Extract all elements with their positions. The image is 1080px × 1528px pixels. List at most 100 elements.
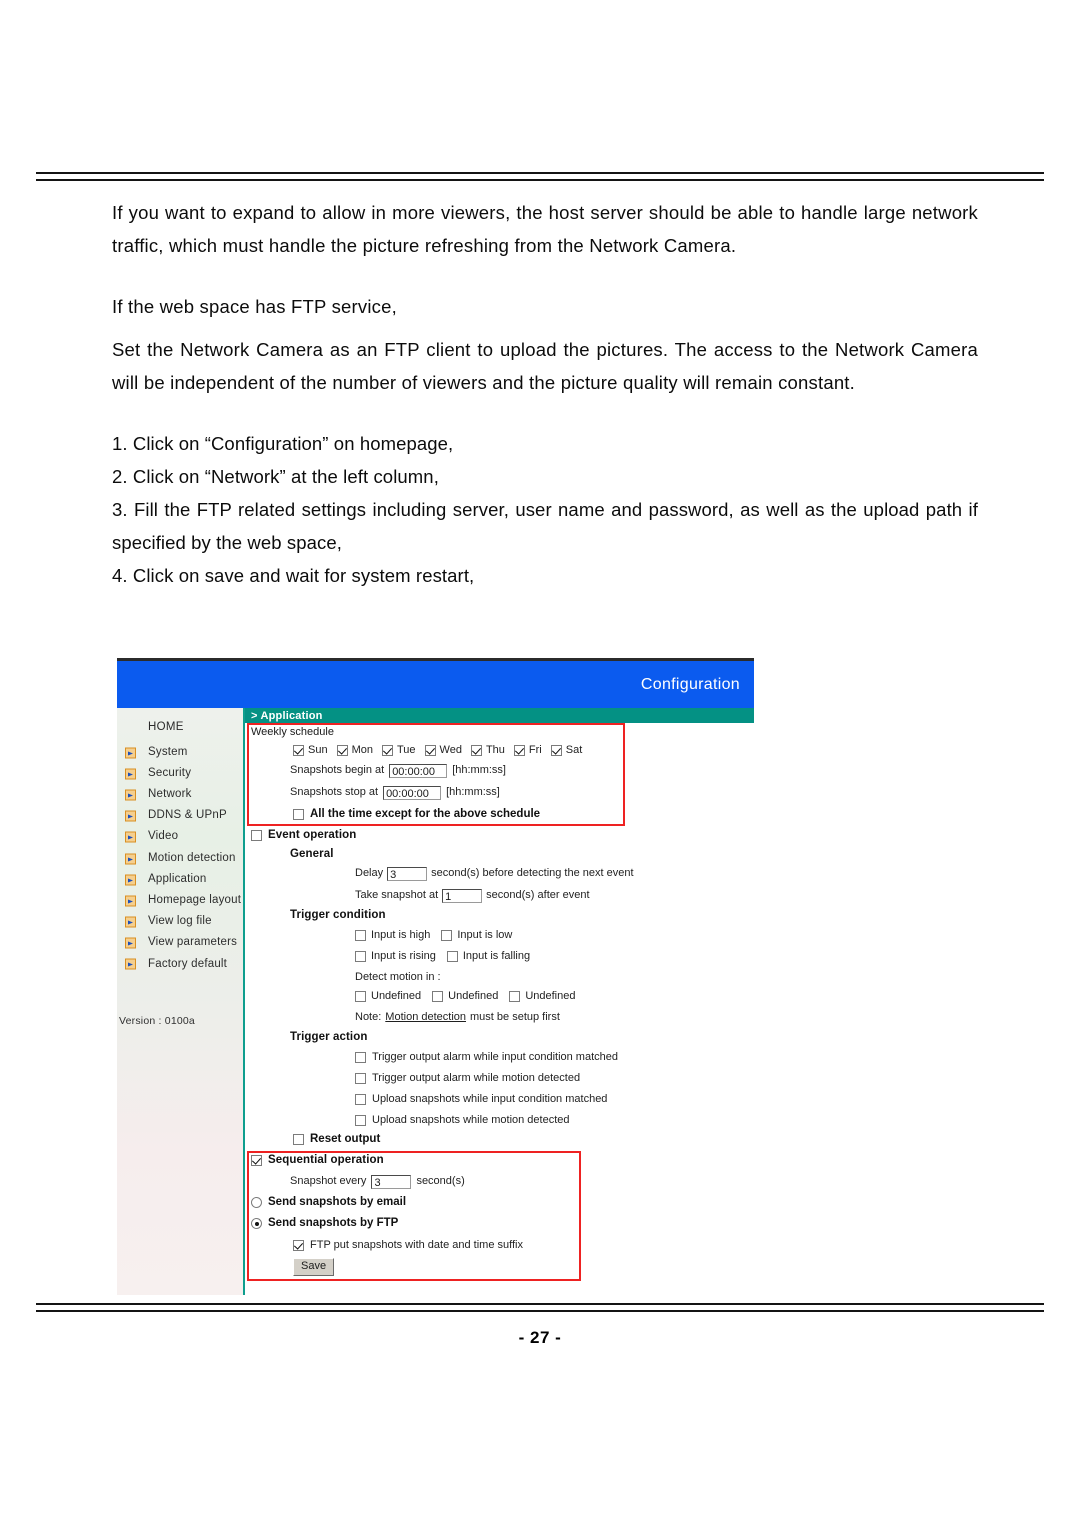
arrow-right-icon [125,958,136,970]
sidebar-item-label: View log file [148,915,212,928]
arrow-right-icon [125,895,136,907]
checkbox-motion-window-1[interactable] [355,991,366,1003]
checkbox-trigger-output-motion-detected[interactable] [355,1073,366,1085]
snapshots-stop-label: Snapshots stop at [290,786,379,799]
sidebar-item-factory-default[interactable]: Factory default [117,954,243,975]
checkbox-ftp-put-snapshots-suffix[interactable] [293,1240,304,1252]
delay-input[interactable]: 3 [387,867,428,881]
motion-window-3-label: Undefined [525,990,576,1002]
checkbox-input-is-low[interactable] [441,930,453,942]
trigger-action-4-label: Upload snapshots while motion detected [372,1114,570,1126]
delay-suffix-label: second(s) before detecting the next even… [431,867,634,880]
day-label-fri: Fri [528,744,542,756]
page-bottom-rule [36,1303,1044,1312]
step-1: 1. Click on “Configuration” on homepage, [112,433,454,454]
snapshots-stop-input[interactable]: 00:00:00 [383,786,442,800]
note-suffix-label: must be setup first [470,1011,560,1023]
checkbox-tue[interactable] [381,745,393,757]
main-panel: > Application Weekly schedule Sun Mon Tu… [245,708,754,1295]
radio-send-snapshots-by-ftp[interactable] [251,1218,262,1230]
take-snapshot-input[interactable]: 1 [442,889,483,903]
checkbox-upload-snapshots-motion-detected[interactable] [355,1115,366,1127]
snapshots-begin-row: Snapshots begin at 00:00:00 [hh:mm:ss] [290,764,506,778]
arrow-right-icon [125,768,136,780]
sidebar-item-label: Network [148,788,192,801]
checkbox-input-is-rising[interactable] [355,951,366,963]
checkbox-thu[interactable] [470,745,482,757]
sidebar-item-ddns-upnp[interactable]: DDNS & UPnP [117,806,243,827]
sidebar-item-label: System [148,745,188,758]
checkbox-input-is-high[interactable] [355,930,366,942]
save-button[interactable]: Save [293,1258,335,1276]
checkbox-sun[interactable] [293,745,304,757]
sidebar-item-video[interactable]: Video [117,827,243,848]
input-high-low-row: Input is high Input is low [355,929,512,942]
trigger-condition-title: Trigger condition [290,909,386,921]
checkbox-all-time-except[interactable] [293,809,304,821]
page-top-rule [36,172,1044,181]
paragraph-2: If the web space has FTP service, [112,296,397,317]
sidebar-item-home[interactable]: HOME [148,721,184,735]
weekly-schedule-days: Sun Mon Tue Wed Thu Fri Sat [293,744,582,757]
save-button-wrap: Save [293,1258,335,1276]
checkbox-motion-window-2[interactable] [432,991,444,1003]
reset-output-label: Reset output [310,1133,381,1145]
checkbox-wed[interactable] [424,745,436,757]
sidebar-item-label: Application [148,872,207,885]
checkbox-motion-window-3[interactable] [509,991,521,1003]
trigger-action-row-3: Upload snapshots while input condition m… [355,1093,607,1106]
trigger-action-1-label: Trigger output alarm while input conditi… [372,1051,619,1063]
snapshots-stop-row: Snapshots stop at 00:00:00 [hh:mm:ss] [290,786,500,800]
sidebar-item-label: Security [148,766,192,779]
trigger-action-2-label: Trigger output alarm while motion detect… [372,1072,581,1084]
checkbox-reset-output[interactable] [293,1134,304,1146]
snapshots-begin-input[interactable]: 00:00:00 [389,764,448,778]
arrow-right-icon [125,747,136,759]
sidebar-item-label: View parameters [148,936,238,949]
trigger-action-row-2: Trigger output alarm while motion detect… [355,1072,580,1085]
sidebar-menu: System Security Network DDNS & UPnP Vide… [117,742,243,975]
snapshot-every-input[interactable]: 3 [371,1175,412,1189]
sidebar-item-label: Video [148,830,179,843]
input-is-rising-label: Input is rising [371,950,436,962]
snapshots-begin-format: [hh:mm:ss] [452,764,506,777]
checkbox-sat[interactable] [550,745,562,757]
camera-configuration-screenshot: Configuration HOME System Security Netwo… [117,658,754,1295]
day-label-sat: Sat [565,744,583,756]
checkbox-event-operation[interactable] [251,830,262,842]
arrow-right-icon [125,789,136,801]
sidebar-item-label: Homepage layout [148,894,242,906]
sidebar-item-application[interactable]: Application [117,869,243,890]
trigger-action-row-1: Trigger output alarm while input conditi… [355,1051,618,1064]
sidebar-item-homepage-layout[interactable]: Homepage layout [117,890,243,911]
checkbox-fri[interactable] [513,745,525,757]
sidebar-item-security[interactable]: Security [117,763,243,784]
paragraph-3: Set the Network Camera as an FTP client … [112,339,978,393]
paragraph-1: If you want to expand to allow in more v… [112,202,978,256]
motion-window-1-label: Undefined [371,990,422,1002]
checkbox-trigger-output-input-matched[interactable] [355,1052,366,1064]
sidebar-item-view-parameters[interactable]: View parameters [117,933,243,954]
day-label-mon: Mon [351,744,373,756]
take-snapshot-suffix-label: second(s) after event [486,889,590,902]
sidebar-item-view-log-file[interactable]: View log file [117,912,243,933]
day-label-tue: Tue [396,744,416,756]
reset-output-row: Reset output [293,1133,380,1147]
motion-note-row: Note: Motion detection must be setup fir… [355,1011,560,1024]
page-title: Configuration [640,676,740,693]
sidebar-item-motion-detection[interactable]: Motion detection [117,848,243,869]
sidebar-item-system[interactable]: System [117,742,243,763]
sidebar: HOME System Security Network DDNS & UPnP… [117,708,245,1295]
radio-send-snapshots-by-email[interactable] [251,1197,262,1209]
checkbox-mon[interactable] [336,745,348,757]
input-is-falling-label: Input is falling [462,950,531,962]
arrow-right-icon [125,853,136,865]
checkbox-sequential-operation[interactable] [251,1155,262,1167]
checkbox-input-is-falling[interactable] [446,951,458,963]
step-3: 3. Fill the FTP related settings includi… [112,499,978,553]
detect-motion-label: Detect motion in : [355,971,441,983]
sidebar-item-network[interactable]: Network [117,784,243,805]
motion-detection-link[interactable]: Motion detection [385,1011,466,1024]
arrow-right-icon [125,937,136,949]
checkbox-upload-snapshots-input-matched[interactable] [355,1094,366,1106]
